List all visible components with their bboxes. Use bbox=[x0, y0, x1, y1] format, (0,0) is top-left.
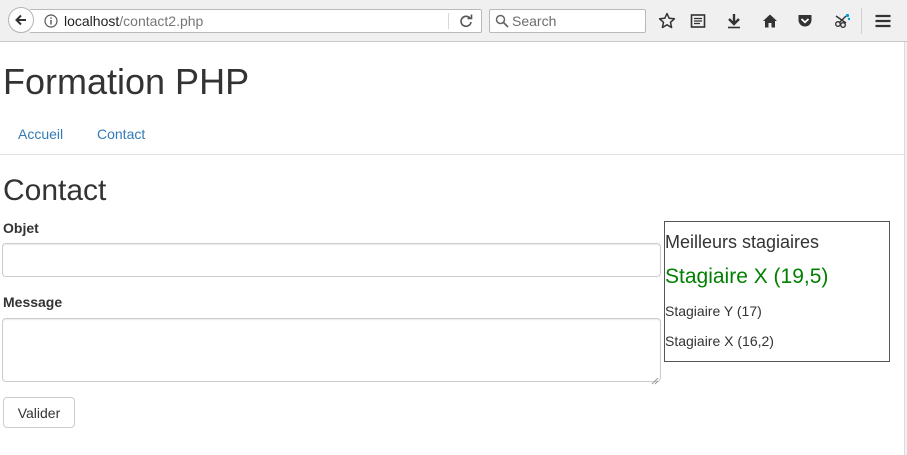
url-bar[interactable]: localhost/contact2.php bbox=[30, 9, 482, 33]
url-host: localhost bbox=[64, 13, 120, 29]
site-title: Formation PHP bbox=[3, 61, 250, 102]
message-textarea[interactable] bbox=[2, 318, 661, 382]
menu-icon[interactable] bbox=[873, 11, 893, 31]
toolbar-divider bbox=[861, 8, 862, 34]
sidebar-title: Meilleurs stagiaires bbox=[665, 232, 820, 252]
trainee-item: Stagiaire Y (17) bbox=[665, 303, 762, 319]
reading-list-icon[interactable] bbox=[688, 11, 708, 31]
page-title: Contact bbox=[3, 174, 107, 207]
message-label: Message bbox=[3, 294, 63, 310]
url-separator bbox=[448, 13, 449, 29]
nav-divider bbox=[0, 154, 907, 155]
submit-button[interactable]: Valider bbox=[3, 397, 75, 428]
top-trainee: Stagiaire X (19,5) bbox=[665, 265, 829, 288]
back-arrow-icon bbox=[15, 14, 26, 26]
back-button[interactable] bbox=[8, 7, 34, 33]
subject-label: Objet bbox=[3, 220, 39, 236]
pocket-icon[interactable] bbox=[795, 11, 815, 31]
nav-link-contact[interactable]: Contact bbox=[97, 126, 145, 142]
home-icon[interactable] bbox=[760, 11, 780, 31]
search-bar[interactable] bbox=[489, 9, 646, 33]
info-icon[interactable] bbox=[44, 14, 58, 33]
nav-link-accueil[interactable]: Accueil bbox=[18, 126, 63, 142]
reload-icon[interactable] bbox=[458, 13, 474, 34]
resize-grip-icon[interactable] bbox=[651, 372, 659, 390]
url-text[interactable]: localhost/contact2.php bbox=[64, 13, 203, 29]
url-path: /contact2.php bbox=[119, 13, 204, 29]
search-input[interactable] bbox=[512, 12, 640, 30]
top-trainees-box: Meilleurs stagiaires Stagiaire X (19,5) … bbox=[664, 221, 890, 362]
browser-toolbar: localhost/contact2.php bbox=[0, 0, 907, 42]
extension-icon[interactable] bbox=[832, 11, 852, 31]
subject-input[interactable] bbox=[2, 243, 661, 277]
bookmark-star-icon[interactable] bbox=[657, 11, 677, 31]
download-icon[interactable] bbox=[724, 11, 744, 31]
trainee-item: Stagiaire X (16,2) bbox=[665, 333, 774, 349]
search-icon bbox=[495, 14, 509, 33]
